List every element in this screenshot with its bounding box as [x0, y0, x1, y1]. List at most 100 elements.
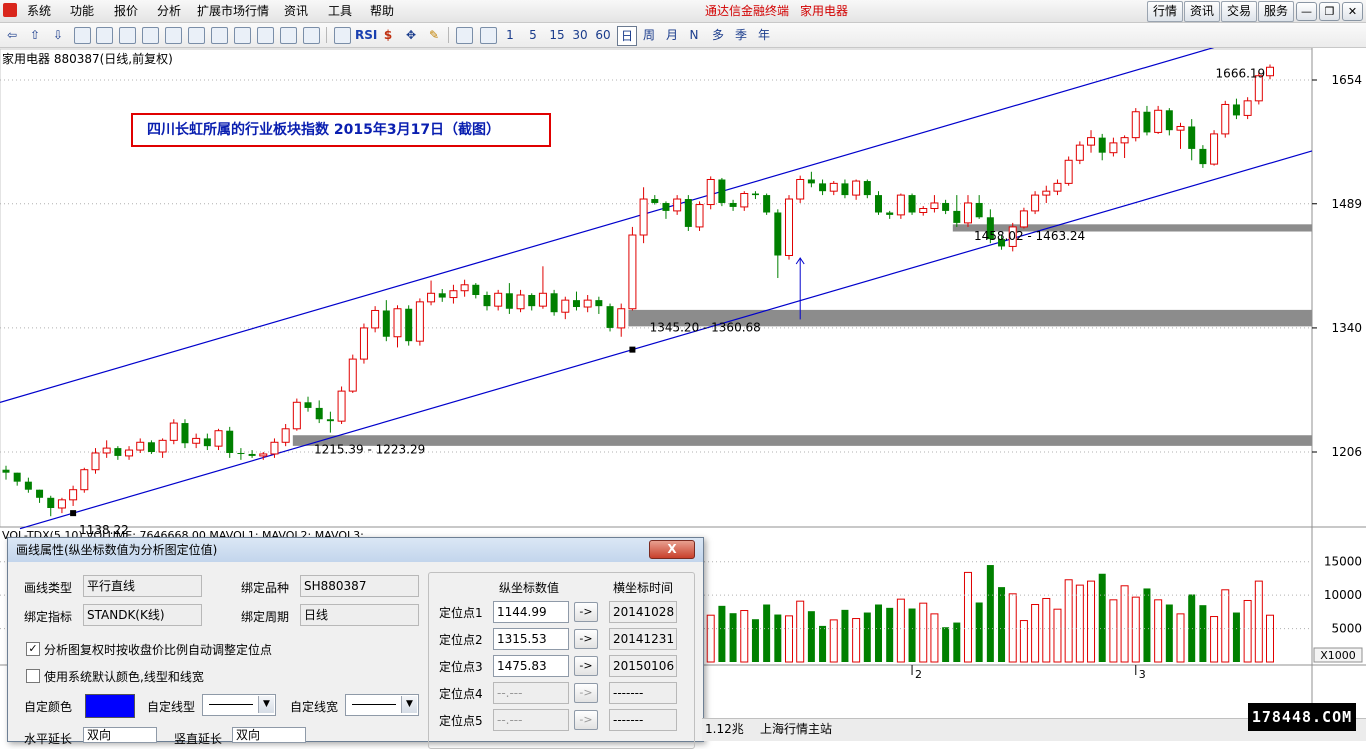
h-extend-select[interactable]: 双向 [83, 727, 157, 743]
toolbar: ⇦ ⇧ ⇩ RSI $ ✥ ✎ 1 5 15 30 60 日 周 月 N 多 季… [0, 23, 1366, 48]
bind-indicator-field: STANDK(K线) [83, 604, 202, 626]
period-quarter[interactable]: 季 [733, 26, 749, 44]
app-logo-icon[interactable] [3, 3, 17, 17]
notes-icon[interactable] [234, 27, 251, 44]
candle-body-down [942, 202, 950, 211]
menu-extended-market[interactable]: 扩展市场行情 [197, 3, 269, 19]
period-year[interactable]: 年 [756, 26, 772, 44]
info-icon[interactable] [211, 27, 228, 44]
candle-body-down [819, 183, 827, 192]
period-month[interactable]: 月 [664, 26, 680, 44]
f5-icon[interactable] [456, 27, 473, 44]
volume-bar-up [1008, 593, 1017, 663]
v-extend-select[interactable]: 双向 [232, 727, 306, 743]
pencil-icon[interactable]: ✎ [426, 26, 442, 44]
period-day[interactable]: 日 [617, 26, 637, 46]
close-icon[interactable]: ✕ [1342, 2, 1363, 21]
fin-icon[interactable] [257, 27, 274, 44]
annotation-box: 四川长虹所属的行业板块指数 2015年3月17日（截图） [131, 113, 551, 147]
news-button[interactable]: 资讯 [1184, 1, 1220, 22]
candle-body-up [259, 453, 268, 457]
candle-body-up [460, 284, 469, 292]
candle-body-up [1120, 137, 1129, 144]
period-5min[interactable]: 5 [526, 26, 540, 44]
grid-icon[interactable] [96, 27, 113, 44]
anchor-1-label: 定位点1 [439, 606, 483, 620]
period-n[interactable]: N [687, 26, 701, 44]
report-icon[interactable] [165, 27, 182, 44]
line-type-field: 平行直线 [83, 575, 202, 597]
menu-tools[interactable]: 工具 [328, 3, 352, 19]
move-icon[interactable]: ✥ [403, 26, 419, 44]
volume-bar-down [1143, 588, 1151, 662]
period-multi[interactable]: 多 [710, 26, 726, 44]
up-icon[interactable]: ⇧ [27, 26, 43, 44]
switch-icon[interactable] [480, 27, 497, 44]
use-default-checkbox[interactable] [26, 669, 40, 683]
menu-system[interactable]: 系统 [27, 3, 51, 19]
anchor-2-value[interactable]: 1315.53 [493, 628, 569, 650]
period-15min[interactable]: 15 [547, 26, 567, 44]
watermark: 178448.COM [1248, 703, 1356, 731]
volume-bar-down [975, 602, 983, 662]
candle-body-down [483, 294, 491, 307]
candle-body-down [1143, 111, 1151, 133]
menu-analysis[interactable]: 分析 [157, 3, 181, 19]
period-60min[interactable]: 60 [593, 26, 613, 44]
linewidth-select[interactable]: ▼ [345, 694, 419, 716]
status-station[interactable]: 上海行情主站 [760, 719, 832, 739]
f10-icon[interactable] [188, 27, 205, 44]
candle-body-up [628, 234, 637, 310]
money-icon[interactable]: $ [380, 26, 396, 44]
candle-body-down [36, 489, 44, 498]
menu-function[interactable]: 功能 [70, 3, 94, 19]
volume-bar-down [774, 614, 782, 662]
anchor-1-apply-button[interactable]: -> [574, 602, 598, 622]
dialog-close-button[interactable]: X [649, 540, 695, 559]
candle-body-down [438, 293, 446, 298]
candle-body-up [337, 390, 346, 422]
color-swatch[interactable] [85, 694, 135, 718]
candle-body-up [852, 180, 861, 196]
menu-news[interactable]: 资讯 [284, 3, 308, 19]
down-icon[interactable]: ⇩ [50, 26, 66, 44]
linetype-select[interactable]: ▼ [202, 694, 276, 716]
anchor-3-apply-button[interactable]: -> [574, 656, 598, 676]
refresh-icon[interactable] [303, 27, 320, 44]
back-icon[interactable]: ⇦ [4, 26, 20, 44]
line-chart-icon[interactable] [119, 27, 136, 44]
candle-icon[interactable] [142, 27, 159, 44]
volume-bar-up [1019, 620, 1028, 663]
anchor-2-apply-button[interactable]: -> [574, 629, 598, 649]
volume-bar-down [841, 609, 849, 662]
candle-body-up [1053, 182, 1062, 192]
minimize-icon[interactable]: — [1296, 2, 1317, 21]
candle-body-down [237, 452, 245, 454]
candle-body-down [975, 202, 983, 218]
period-1min[interactable]: 1 [503, 26, 517, 44]
volume-bar-up [852, 618, 861, 663]
candle-body-down [807, 179, 815, 184]
auto-adjust-checkbox[interactable]: ✓ [26, 642, 40, 656]
service-button[interactable]: 服务 [1258, 1, 1294, 22]
candle-body-up [1019, 210, 1028, 228]
candle-body-up [359, 327, 368, 360]
menu-quote[interactable]: 报价 [114, 3, 138, 19]
anchor-1-value[interactable]: 1144.99 [493, 601, 569, 623]
candle-body-down [651, 199, 659, 203]
anchor-3-value[interactable]: 1475.83 [493, 655, 569, 677]
volume-bar-down [998, 587, 1006, 662]
rsi-icon[interactable]: RSI [355, 26, 377, 44]
stats-icon[interactable] [280, 27, 297, 44]
period-week[interactable]: 周 [641, 26, 657, 44]
period-30min[interactable]: 30 [570, 26, 590, 44]
menu-help[interactable]: 帮助 [370, 3, 394, 19]
volume-bar-up [1210, 616, 1219, 663]
quote-list-icon[interactable] [74, 27, 91, 44]
anchor-3-time: 20150106 [609, 655, 677, 677]
quote-button[interactable]: 行情 [1147, 1, 1183, 22]
custom-linewidth-label: 自定线宽 [290, 700, 339, 714]
trade-button[interactable]: 交易 [1221, 1, 1257, 22]
restore-icon[interactable]: ❐ [1319, 2, 1340, 21]
indicator-icon[interactable] [334, 27, 351, 44]
